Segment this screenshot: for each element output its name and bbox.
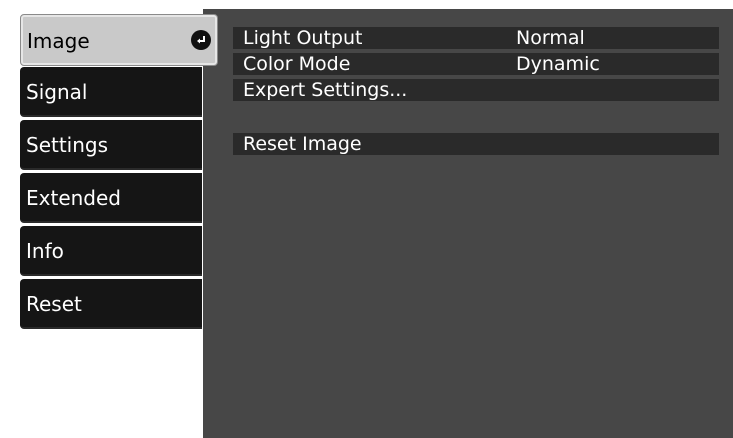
projector-menu-screen: Image Signal Settings Extended Info Rese… <box>0 0 733 438</box>
light-output-value: Normal <box>516 27 585 49</box>
reset-image-label: Reset Image <box>243 133 362 155</box>
menu-row-expert-settings[interactable]: Expert Settings... <box>233 79 719 101</box>
tab-image[interactable]: Image <box>20 14 218 66</box>
light-output-label: Light Output <box>243 27 363 49</box>
tab-extended-label: Extended <box>26 186 121 210</box>
tab-signal-label: Signal <box>26 80 88 104</box>
tab-extended[interactable]: Extended <box>20 173 202 223</box>
menu-row-color-mode[interactable]: Color Mode Dynamic <box>233 53 719 75</box>
expert-settings-label: Expert Settings... <box>243 79 408 101</box>
tab-info-label: Info <box>26 239 64 263</box>
color-mode-value: Dynamic <box>516 53 600 75</box>
tab-reset[interactable]: Reset <box>20 279 202 329</box>
tab-image-label: Image <box>27 29 90 53</box>
tab-reset-label: Reset <box>26 292 82 316</box>
color-mode-label: Color Mode <box>243 53 351 75</box>
tab-settings[interactable]: Settings <box>20 120 202 170</box>
menu-row-light-output[interactable]: Light Output Normal <box>233 27 719 49</box>
menu-row-reset-image[interactable]: Reset Image <box>233 133 719 155</box>
tab-info[interactable]: Info <box>20 226 202 276</box>
tab-settings-label: Settings <box>26 133 109 157</box>
tab-signal[interactable]: Signal <box>20 67 202 117</box>
enter-icon <box>191 30 211 50</box>
